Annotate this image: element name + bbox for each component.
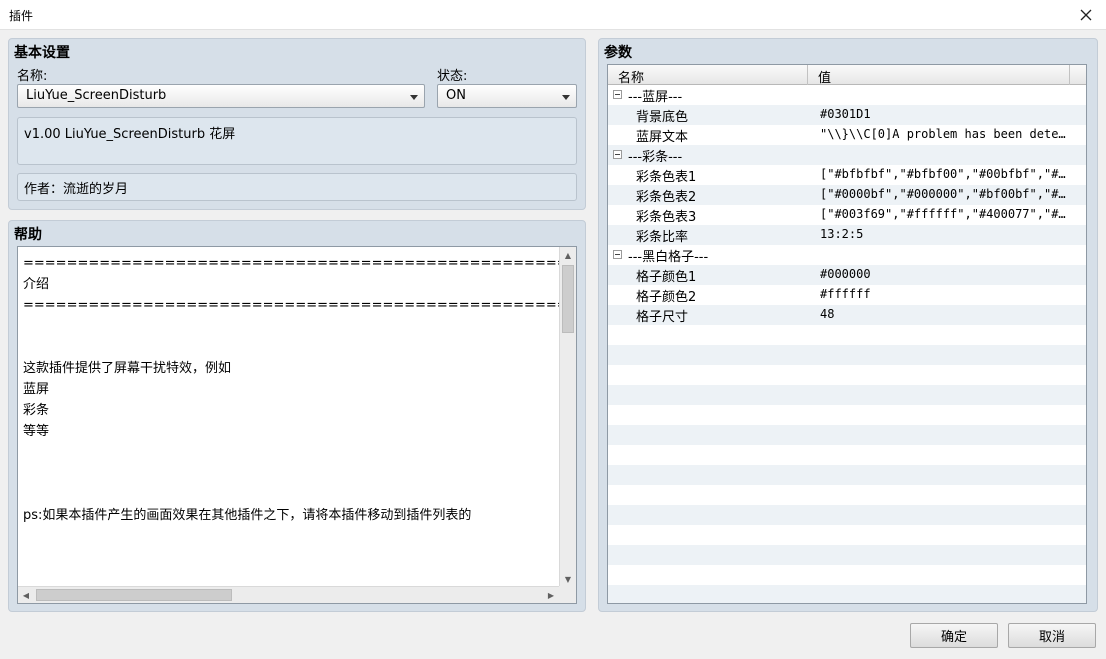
- param-name: ---彩条---: [628, 150, 683, 165]
- scroll-down-icon[interactable]: ▼: [560, 571, 576, 587]
- status-value: ON: [446, 88, 466, 103]
- param-name: 彩条色表2: [636, 190, 697, 205]
- help-text-area[interactable]: ========================================…: [17, 246, 577, 604]
- param-row[interactable]: 背景底色 #0301D1: [608, 105, 1086, 125]
- param-row[interactable]: 彩条色表2 ["#0000bf","#000000","#bf00bf","#0…: [608, 185, 1086, 205]
- window-title: 插件: [9, 9, 34, 23]
- scroll-right-icon[interactable]: ▶: [543, 587, 559, 603]
- close-button[interactable]: [1066, 0, 1106, 30]
- param-value: #0301D1: [820, 107, 871, 121]
- empty-row: [608, 465, 1086, 485]
- param-group-row[interactable]: ---蓝屏---: [608, 85, 1086, 105]
- empty-row: [608, 325, 1086, 345]
- param-name: 背景底色: [636, 110, 689, 125]
- help-title: 帮助: [14, 227, 42, 243]
- name-label: 名称:: [17, 69, 48, 84]
- param-value: #000000: [820, 267, 871, 281]
- grid-header: 名称 值: [608, 65, 1086, 86]
- param-name: 蓝屏文本: [636, 130, 689, 145]
- param-value: 48: [820, 307, 835, 321]
- empty-row: [608, 405, 1086, 425]
- chevron-down-icon: [562, 95, 570, 100]
- empty-row: [608, 425, 1086, 445]
- cancel-button[interactable]: 取消: [1008, 623, 1096, 648]
- param-name: ---蓝屏---: [628, 90, 683, 105]
- param-name: 格子颜色1: [636, 270, 697, 285]
- chevron-down-icon: [410, 95, 418, 100]
- close-icon: [1080, 9, 1092, 21]
- param-row[interactable]: 格子颜色1 #000000: [608, 265, 1086, 285]
- empty-row: [608, 525, 1086, 545]
- param-name: 彩条色表1: [636, 170, 697, 185]
- author-box: 作者：流逝的岁月: [17, 173, 577, 201]
- empty-row: [608, 565, 1086, 585]
- empty-row: [608, 385, 1086, 405]
- minus-box-icon[interactable]: [613, 90, 622, 99]
- parameters-title: 参数: [604, 45, 632, 61]
- plugin-name-select[interactable]: LiuYue_ScreenDisturb: [17, 84, 425, 108]
- empty-row: [608, 445, 1086, 465]
- param-row[interactable]: 彩条色表1 ["#bfbfbf","#bfbf00","#00bfbf","#0…: [608, 165, 1086, 185]
- param-value: 13:2:5: [820, 227, 864, 241]
- scroll-left-icon[interactable]: ◀: [18, 587, 34, 603]
- param-value: ["#bfbfbf","#bfbf00","#00bfbf","#0…: [820, 167, 1070, 181]
- column-header-name[interactable]: 名称: [608, 65, 808, 86]
- basic-settings-title: 基本设置: [14, 45, 70, 61]
- status-label: 状态:: [437, 69, 468, 84]
- plugin-name-value: LiuYue_ScreenDisturb: [26, 88, 167, 103]
- scroll-up-icon[interactable]: ▲: [560, 247, 576, 263]
- param-value: ["#0000bf","#000000","#bf00bf","#0…: [820, 187, 1070, 201]
- param-row[interactable]: 格子尺寸 48: [608, 305, 1086, 325]
- help-horizontal-scrollbar[interactable]: ◀ ▶: [18, 586, 559, 603]
- minus-box-icon[interactable]: [613, 150, 622, 159]
- param-name: 格子尺寸: [636, 310, 689, 325]
- param-row[interactable]: 格子颜色2 #ffffff: [608, 285, 1086, 305]
- param-name: 彩条色表3: [636, 210, 697, 225]
- title-bar: 插件: [0, 0, 1106, 30]
- scroll-corner: [559, 586, 576, 603]
- empty-row: [608, 585, 1086, 603]
- param-group-row[interactable]: ---黑白格子---: [608, 245, 1086, 265]
- column-header-value[interactable]: 值: [808, 65, 1070, 86]
- param-value: ["#003f69","#ffffff","#400077","#0…: [820, 207, 1070, 221]
- empty-row: [608, 365, 1086, 385]
- help-vertical-scrollbar[interactable]: ▲ ▼: [559, 247, 576, 587]
- param-name: ---黑白格子---: [628, 250, 709, 265]
- empty-row: [608, 485, 1086, 505]
- param-group-row[interactable]: ---彩条---: [608, 145, 1086, 165]
- minus-box-icon[interactable]: [613, 250, 622, 259]
- status-select[interactable]: ON: [437, 84, 577, 108]
- vertical-scroll-thumb[interactable]: [562, 265, 574, 333]
- description-text: v1.00 LiuYue_ScreenDisturb 花屏: [24, 127, 236, 142]
- empty-row: [608, 345, 1086, 365]
- param-row[interactable]: 彩条比率 13:2:5: [608, 225, 1086, 245]
- ok-button[interactable]: 确定: [910, 623, 998, 648]
- parameters-grid[interactable]: 名称 值 ---蓝屏--- 背景底色 #0301D1 蓝屏文本 "\\}\\C[0]A …: [607, 64, 1087, 604]
- help-text: ========================================…: [23, 256, 561, 523]
- param-name: 格子颜色2: [636, 290, 697, 305]
- param-value: #ffffff: [820, 287, 871, 301]
- horizontal-scroll-thumb[interactable]: [36, 589, 232, 601]
- param-value: "\\}\\C[0]A problem has been detec…: [820, 127, 1070, 141]
- empty-row: [608, 505, 1086, 525]
- description-box: v1.00 LiuYue_ScreenDisturb 花屏: [17, 117, 577, 165]
- author-text: 作者：流逝的岁月: [24, 182, 129, 197]
- param-row[interactable]: 彩条色表3 ["#003f69","#ffffff","#400077","#0…: [608, 205, 1086, 225]
- empty-row: [608, 545, 1086, 565]
- param-name: 彩条比率: [636, 230, 689, 245]
- param-row[interactable]: 蓝屏文本 "\\}\\C[0]A problem has been detec…: [608, 125, 1086, 145]
